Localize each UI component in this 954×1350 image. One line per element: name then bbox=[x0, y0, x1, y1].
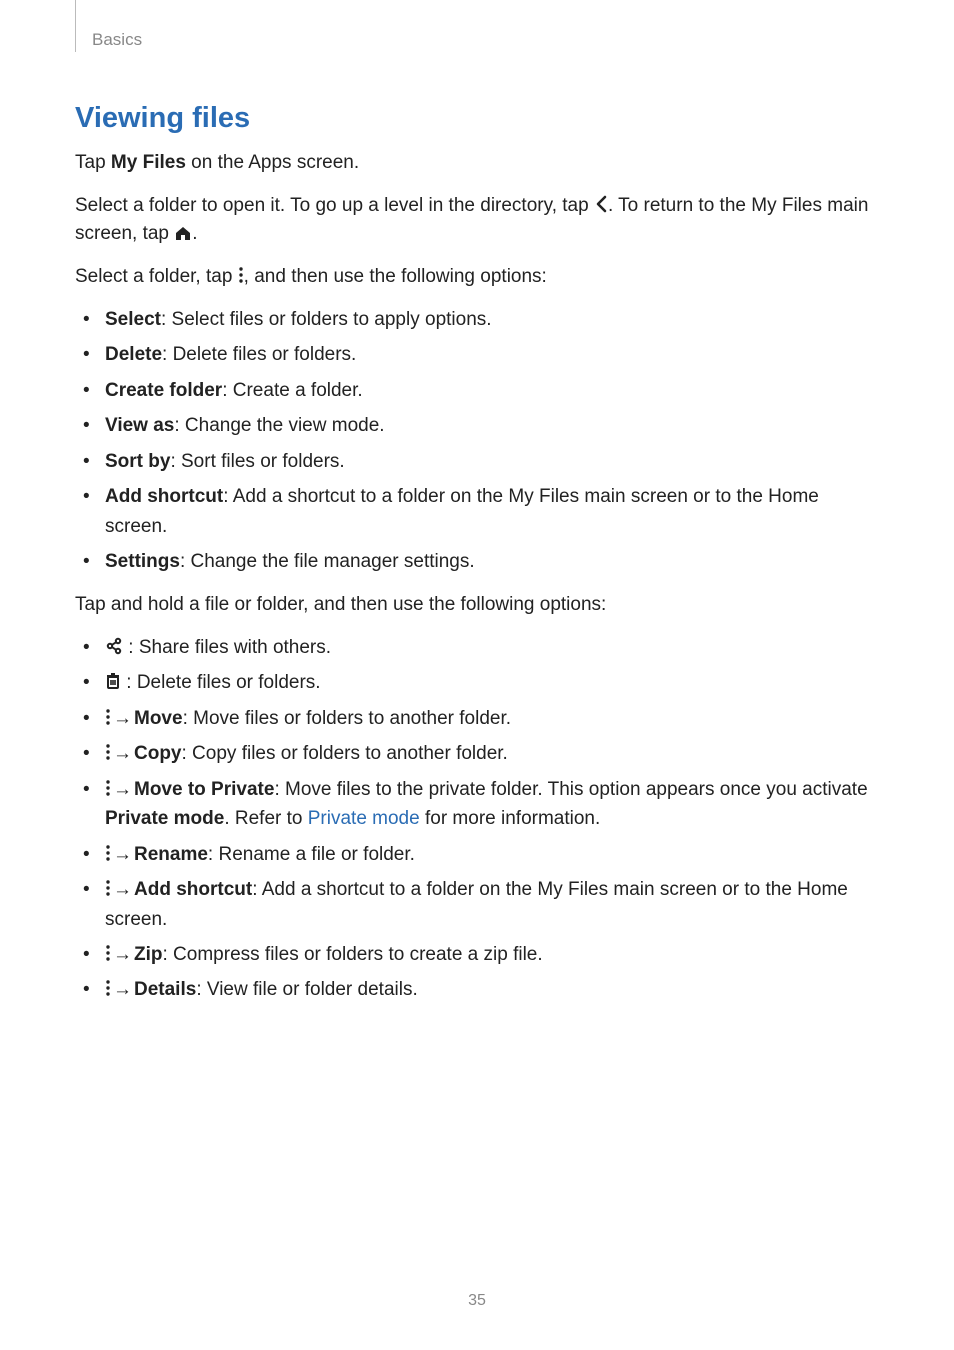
text: : Delete files or folders. bbox=[121, 672, 321, 693]
private-mode-link[interactable]: Private mode bbox=[308, 808, 420, 829]
option-label: Move to Private bbox=[134, 779, 274, 800]
text: , and then use the following options: bbox=[244, 266, 547, 287]
arrow-icon: → bbox=[111, 875, 134, 904]
arrow-icon: → bbox=[111, 975, 134, 1004]
breadcrumb: Basics bbox=[92, 30, 142, 50]
arrow-icon: → bbox=[111, 739, 134, 768]
option-label: Copy bbox=[134, 743, 182, 764]
my-files-label: My Files bbox=[111, 152, 186, 173]
share-icon bbox=[105, 637, 123, 655]
list-item: Sort by: Sort files or folders. bbox=[105, 447, 879, 476]
arrow-icon: → bbox=[111, 840, 134, 869]
home-icon bbox=[174, 225, 192, 241]
paragraph-1: Tap My Files on the Apps screen. bbox=[75, 149, 879, 178]
list-item: Add shortcut: Add a shortcut to a folder… bbox=[105, 482, 879, 541]
text: : Copy files or folders to another folde… bbox=[182, 743, 508, 764]
option-label: Add shortcut bbox=[134, 879, 252, 900]
paragraph-3: Select a folder, tap , and then use the … bbox=[75, 263, 879, 292]
text: : Share files with others. bbox=[123, 637, 331, 658]
text: : Move files to the private folder. This… bbox=[274, 779, 867, 800]
text: : Create a folder. bbox=[222, 380, 362, 401]
option-label: Details bbox=[134, 979, 196, 1000]
list-item: View as: Change the view mode. bbox=[105, 411, 879, 440]
list-item: Create folder: Create a folder. bbox=[105, 376, 879, 405]
section-title: Viewing files bbox=[75, 102, 879, 135]
text: : Sort files or folders. bbox=[170, 451, 344, 472]
list-item: → Copy: Copy files or folders to another… bbox=[105, 739, 879, 768]
list-item: → Move: Move files or folders to another… bbox=[105, 704, 879, 733]
list-item: → Move to Private: Move files to the pri… bbox=[105, 775, 879, 834]
text: . Refer to bbox=[224, 808, 307, 829]
option-label: Settings bbox=[105, 551, 180, 572]
option-label: Rename bbox=[134, 844, 208, 865]
option-label: View as bbox=[105, 415, 174, 436]
paragraph-2: Select a folder to open it. To go up a l… bbox=[75, 192, 879, 249]
text: Select a folder to open it. To go up a l… bbox=[75, 195, 594, 216]
arrow-icon: → bbox=[111, 940, 134, 969]
text: . bbox=[192, 223, 197, 244]
text: : View file or folder details. bbox=[196, 979, 417, 1000]
option-label: Zip bbox=[134, 944, 163, 965]
arrow-icon: → bbox=[111, 704, 134, 733]
text: : Rename a file or folder. bbox=[208, 844, 415, 865]
page-number: 35 bbox=[0, 1292, 954, 1310]
list-item: Settings: Change the file manager settin… bbox=[105, 547, 879, 576]
chevron-left-icon bbox=[594, 195, 608, 213]
text: : Change the file manager settings. bbox=[180, 551, 475, 572]
options-list-1: Select: Select files or folders to apply… bbox=[75, 305, 879, 577]
text: : Select files or folders to apply optio… bbox=[161, 309, 492, 330]
list-item: Delete: Delete files or folders. bbox=[105, 340, 879, 369]
list-item: : Share files with others. bbox=[105, 633, 879, 662]
trash-icon bbox=[105, 672, 121, 690]
list-item: Select: Select files or folders to apply… bbox=[105, 305, 879, 334]
text: : Change the view mode. bbox=[174, 415, 384, 436]
list-item: : Delete files or folders. bbox=[105, 668, 879, 697]
text: : Compress files or folders to create a … bbox=[163, 944, 543, 965]
private-mode-label: Private mode bbox=[105, 808, 224, 829]
list-item: → Details: View file or folder details. bbox=[105, 975, 879, 1004]
text: on the Apps screen. bbox=[186, 152, 359, 173]
text: : Move files or folders to another folde… bbox=[183, 708, 511, 729]
option-label: Delete bbox=[105, 344, 162, 365]
list-item: → Zip: Compress files or folders to crea… bbox=[105, 940, 879, 969]
option-label: Select bbox=[105, 309, 161, 330]
option-label: Move bbox=[134, 708, 183, 729]
option-label: Add shortcut bbox=[105, 486, 223, 507]
option-label: Sort by bbox=[105, 451, 170, 472]
options-list-2: : Share files with others. : Delete file… bbox=[75, 633, 879, 1005]
header-divider bbox=[75, 0, 76, 52]
text: Tap bbox=[75, 152, 111, 173]
list-item: → Add shortcut: Add a shortcut to a fold… bbox=[105, 875, 879, 934]
list-item: → Rename: Rename a file or folder. bbox=[105, 840, 879, 869]
text: Select a folder, tap bbox=[75, 266, 238, 287]
arrow-icon: → bbox=[111, 775, 134, 804]
option-label: Create folder bbox=[105, 380, 222, 401]
paragraph-4: Tap and hold a file or folder, and then … bbox=[75, 591, 879, 620]
text: for more information. bbox=[420, 808, 601, 829]
text: : Delete files or folders. bbox=[162, 344, 356, 365]
